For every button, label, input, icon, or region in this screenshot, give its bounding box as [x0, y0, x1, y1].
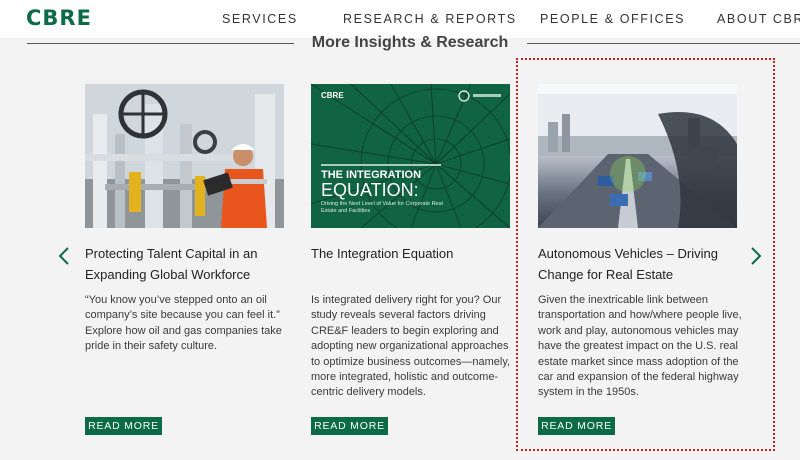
chevron-left-icon: [58, 247, 69, 265]
nav-research-reports[interactable]: RESEARCH & REPORTS: [343, 12, 517, 26]
card-title-integration-equation[interactable]: The Integration Equation: [311, 243, 506, 264]
carousel-prev-button[interactable]: [56, 246, 72, 266]
card-title-talent-capital[interactable]: Protecting Talent Capital in an Expandin…: [85, 243, 280, 285]
read-more-button[interactable]: READ MORE: [85, 417, 162, 435]
title-divider-left: [27, 43, 294, 44]
nav-people-offices[interactable]: PEOPLE & OFFICES: [540, 12, 685, 26]
oil-rig-worker-photo[interactable]: [85, 84, 284, 228]
section-title: More Insights & Research: [311, 34, 509, 51]
nav-about-cbre[interactable]: ABOUT CBRE: [717, 12, 800, 26]
cover-brand: CBRE: [321, 91, 344, 100]
card-description-integration-equation: Is integrated delivery right for you? Ou…: [311, 294, 511, 399]
read-more-button[interactable]: READ MORE: [311, 417, 388, 435]
nav-services[interactable]: SERVICES: [222, 12, 298, 26]
cbre-logo[interactable]: CBRE: [26, 6, 92, 30]
card-description-talent-capital: “You know you’ve stepped onto an oil com…: [85, 294, 282, 353]
selection-highlight: [516, 58, 775, 451]
cover-subhead: Driving the Next Level of Value for Corp…: [321, 201, 443, 214]
top-navigation-bar: CBRE SERVICES RESEARCH & REPORTS PEOPLE …: [0, 0, 800, 38]
integration-equation-report-cover[interactable]: CBRE THE INTEGRATION EQUATION: Driving t…: [311, 84, 510, 228]
cover-headline-line2: EQUATION:: [321, 180, 419, 200]
title-divider-right: [527, 43, 800, 44]
